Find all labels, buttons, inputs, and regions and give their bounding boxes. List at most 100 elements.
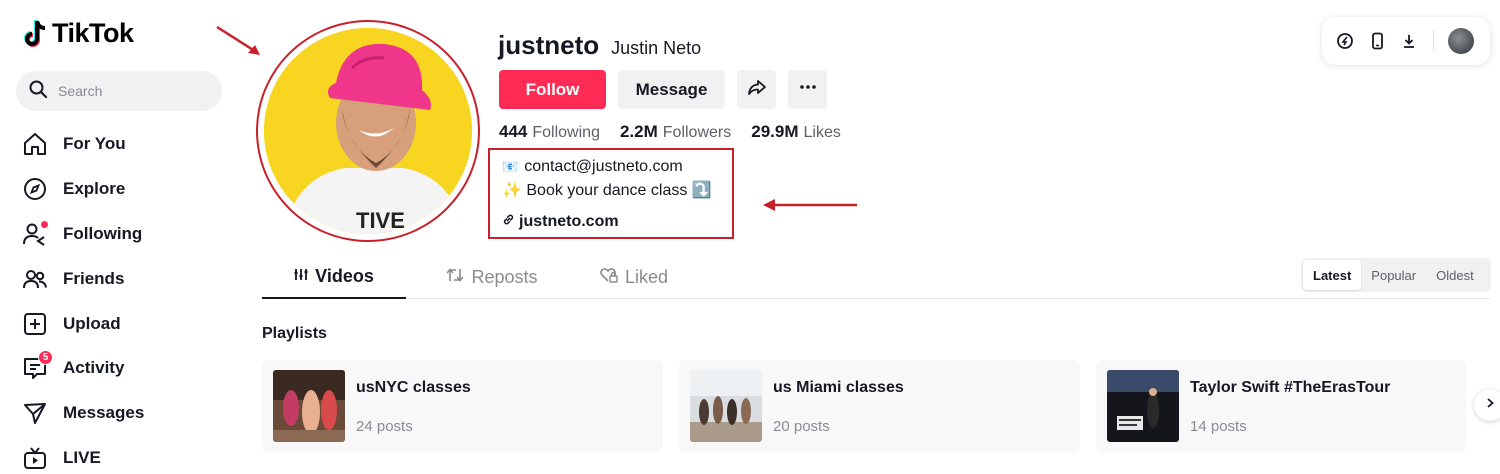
notification-dot xyxy=(41,220,48,228)
following-icon xyxy=(22,220,48,247)
playlist-card[interactable]: us Miami classes 20 posts xyxy=(679,360,1080,452)
playlist-thumbnail xyxy=(273,370,345,442)
tab-label: Videos xyxy=(315,266,374,286)
sidebar-item-label: Activity xyxy=(63,358,125,378)
follow-button[interactable]: Follow xyxy=(499,70,606,109)
more-options-button[interactable] xyxy=(788,70,827,109)
sidebar-item-explore[interactable]: Explore xyxy=(22,167,242,212)
repost-icon xyxy=(446,267,465,288)
sidebar-item-label: Upload xyxy=(63,313,121,333)
sidebar-item-friends[interactable]: Friends xyxy=(22,256,242,301)
profile-nickname: Justin Neto xyxy=(611,38,702,58)
sidebar-item-label: For You xyxy=(63,134,126,154)
sidebar-nav: For You Explore Following Friends Upload… xyxy=(22,122,242,474)
bio-link[interactable]: justneto.com xyxy=(502,213,619,231)
playlist-card[interactable]: Taylor Swift #TheErasTour 14 posts xyxy=(1096,360,1466,452)
sidebar-item-following[interactable]: Following xyxy=(22,212,242,257)
playlist-name: usNYC classes xyxy=(356,379,471,396)
playlist-count: 14 posts xyxy=(1190,418,1247,435)
search-bar[interactable] xyxy=(16,71,222,111)
playlist-name: Taylor Swift #TheErasTour xyxy=(1190,379,1391,396)
activity-count-badge: 5 xyxy=(38,350,53,366)
sidebar-item-label: Explore xyxy=(63,179,126,199)
playlist-name: us Miami classes xyxy=(773,379,904,396)
tab-liked[interactable]: Liked xyxy=(584,256,684,298)
bio-highlight-box: 📧 contact@justneto.com ✨ Book your dance… xyxy=(488,148,734,239)
tab-videos[interactable]: Videos xyxy=(262,256,406,299)
following-count: 444 xyxy=(499,122,528,141)
device-icon[interactable] xyxy=(1367,31,1387,51)
annotation-arrow-bio xyxy=(763,199,857,211)
sidebar-item-label: Friends xyxy=(63,268,125,288)
sidebar-item-label: LIVE xyxy=(63,447,101,467)
profile-avatar-highlight: TIVE xyxy=(256,20,480,242)
coins-icon[interactable] xyxy=(1335,31,1355,51)
profile-actions: Follow Message xyxy=(499,70,827,109)
download-icon[interactable] xyxy=(1399,31,1419,51)
profile-username: justneto xyxy=(498,30,600,60)
sidebar-item-label: Messages xyxy=(63,403,145,423)
videos-tab-icon xyxy=(294,266,308,287)
more-icon xyxy=(798,77,818,102)
profile-name-row: justneto Justin Neto xyxy=(498,30,701,61)
link-icon xyxy=(502,213,515,231)
tab-reposts[interactable]: Reposts xyxy=(432,256,552,298)
top-toolbar xyxy=(1322,17,1490,65)
home-icon xyxy=(22,131,48,157)
sort-oldest[interactable]: Oldest xyxy=(1426,260,1484,290)
playlist-count: 24 posts xyxy=(356,418,413,435)
profile-avatar[interactable]: TIVE xyxy=(264,28,472,234)
playlist-thumbnail xyxy=(690,370,762,442)
sidebar-item-label: Following xyxy=(63,223,143,243)
search-input[interactable] xyxy=(58,83,208,99)
likes-count: 29.9M xyxy=(751,122,799,141)
bio-line-dance: ✨ Book your dance class ⤵️ xyxy=(502,182,712,199)
share-button[interactable] xyxy=(737,70,776,109)
annotation-arrow-avatar xyxy=(216,25,260,55)
tiktok-logo[interactable]: TikTok xyxy=(24,18,134,49)
sort-toggle: Latest Popular Oldest xyxy=(1301,258,1491,292)
sidebar-item-activity[interactable]: 5 Activity xyxy=(22,346,242,391)
share-icon xyxy=(747,77,767,102)
sidebar-item-for-you[interactable]: For You xyxy=(22,122,242,167)
tab-label: Liked xyxy=(624,266,669,287)
followers-label: Followers xyxy=(662,124,732,141)
sort-popular[interactable]: Popular xyxy=(1361,260,1426,290)
activity-icon: 5 xyxy=(22,350,53,381)
upload-icon xyxy=(22,311,48,337)
playlist-card[interactable]: usNYC classes 24 posts xyxy=(262,360,663,452)
playlist-thumbnail xyxy=(1107,370,1179,442)
user-avatar[interactable] xyxy=(1448,28,1474,54)
toolbar-divider xyxy=(1433,30,1434,52)
following-label: Following xyxy=(532,124,600,141)
sidebar-item-upload[interactable]: Upload xyxy=(22,301,242,346)
tiktok-logo-icon xyxy=(24,19,48,49)
profile-stats: 444 Following 2.2M Followers 29.9M Likes xyxy=(499,122,841,142)
tab-label: Reposts xyxy=(471,266,538,287)
messages-icon xyxy=(22,400,48,426)
bio-email: contact@justneto.com xyxy=(524,158,683,175)
message-button[interactable]: Message xyxy=(618,70,725,109)
bio-link-text: justneto.com xyxy=(519,213,619,230)
sidebar-item-live[interactable]: LIVE xyxy=(22,436,242,474)
svg-text:TIVE: TIVE xyxy=(356,208,405,233)
playlist-count: 20 posts xyxy=(773,418,830,435)
sort-latest[interactable]: Latest xyxy=(1303,260,1362,290)
likes-label: Likes xyxy=(803,124,841,141)
following-stat[interactable]: 444 Following xyxy=(499,122,600,142)
bio-line-email: 📧 contact@justneto.com xyxy=(502,158,683,176)
compass-icon xyxy=(22,176,48,202)
likes-stat: 29.9M Likes xyxy=(751,122,841,142)
chevron-right-icon xyxy=(1484,396,1496,414)
followers-count: 2.2M xyxy=(619,122,658,141)
followers-stat[interactable]: 2.2M Followers xyxy=(620,122,731,142)
playlists-next-button[interactable] xyxy=(1474,389,1500,421)
email-icon: 📧 xyxy=(502,159,519,174)
search-icon xyxy=(28,79,48,104)
tiktok-logo-text: TikTok xyxy=(52,18,134,48)
sidebar-item-messages[interactable]: Messages xyxy=(22,391,242,436)
liked-lock-icon xyxy=(600,267,618,288)
friends-icon xyxy=(22,266,48,292)
playlists-heading: Playlists xyxy=(262,325,327,342)
live-icon xyxy=(22,445,48,471)
